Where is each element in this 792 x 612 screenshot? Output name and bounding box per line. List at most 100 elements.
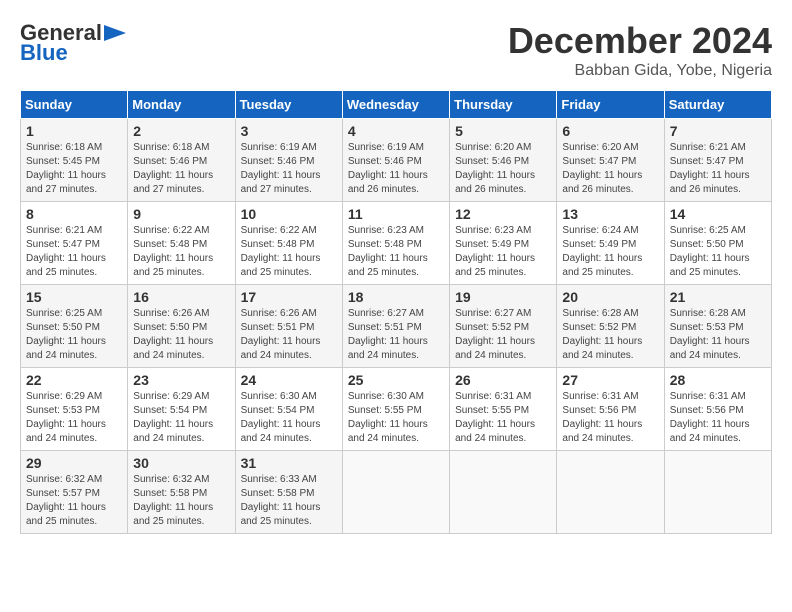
logo-blue-text: Blue [20,40,68,66]
day-info: Sunrise: 6:31 AMSunset: 5:55 PMDaylight:… [455,390,551,446]
day-info: Sunrise: 6:23 AMSunset: 5:49 PMDaylight:… [455,224,551,280]
calendar-title-area: December 2024 Babban Gida, Yobe, Nigeria [508,20,772,80]
day-number: 9 [133,206,229,222]
table-row [557,451,664,534]
calendar-week-row: 8 Sunrise: 6:21 AMSunset: 5:47 PMDaylight… [21,202,772,285]
day-number: 3 [241,123,337,139]
day-info: Sunrise: 6:26 AMSunset: 5:50 PMDaylight:… [133,307,229,363]
table-row [450,451,557,534]
calendar-location: Babban Gida, Yobe, Nigeria [508,62,772,80]
table-row: 4Sunrise: 6:19 AMSunset: 5:46 PMDaylight… [342,119,449,202]
day-number: 26 [455,372,551,388]
day-info: Sunrise: 6:30 AMSunset: 5:55 PMDaylight:… [348,390,444,446]
day-info: Sunrise: 6:18 AMSunset: 5:46 PMDaylight:… [133,141,229,197]
header-thursday: Thursday [450,91,557,119]
day-number: 7 [670,123,766,139]
table-row: 16 Sunrise: 6:26 AMSunset: 5:50 PMDayligh… [128,285,235,368]
day-info: Sunrise: 6:32 AMSunset: 5:58 PMDaylight:… [133,473,229,529]
day-info: Sunrise: 6:29 AMSunset: 5:53 PMDaylight:… [26,390,122,446]
day-info: Sunrise: 6:23 AMSunset: 5:48 PMDaylight:… [348,224,444,280]
day-info: Sunrise: 6:28 AMSunset: 5:53 PMDaylight:… [670,307,766,363]
day-number: 14 [670,206,766,222]
table-row: 27Sunrise: 6:31 AMSunset: 5:56 PMDayligh… [557,368,664,451]
table-row: 2Sunrise: 6:18 AMSunset: 5:46 PMDaylight… [128,119,235,202]
table-row: 8 Sunrise: 6:21 AMSunset: 5:47 PMDaylight… [21,202,128,285]
day-number: 22 [26,372,122,388]
day-number: 30 [133,455,229,471]
day-info: Sunrise: 6:32 AMSunset: 5:57 PMDaylight:… [26,473,122,529]
calendar-week-row: 1Sunrise: 6:18 AMSunset: 5:45 PMDaylight… [21,119,772,202]
day-info: Sunrise: 6:27 AMSunset: 5:51 PMDaylight:… [348,307,444,363]
day-info: Sunrise: 6:20 AMSunset: 5:47 PMDaylight:… [562,141,658,197]
calendar-table: Sunday Monday Tuesday Wednesday Thursday… [20,90,772,534]
header-saturday: Saturday [664,91,771,119]
day-info: Sunrise: 6:20 AMSunset: 5:46 PMDaylight:… [455,141,551,197]
calendar-week-row: 29 Sunrise: 6:32 AMSunset: 5:57 PMDayligh… [21,451,772,534]
calendar-header-row: Sunday Monday Tuesday Wednesday Thursday… [21,91,772,119]
day-number: 16 [133,289,229,305]
day-number: 11 [348,206,444,222]
table-row: 14 Sunrise: 6:25 AMSunset: 5:50 PMDayligh… [664,202,771,285]
table-row: 30 Sunrise: 6:32 AMSunset: 5:58 PMDayligh… [128,451,235,534]
table-row: 25 Sunrise: 6:30 AMSunset: 5:55 PMDayligh… [342,368,449,451]
table-row: 31 Sunrise: 6:33 AMSunset: 5:58 PMDayligh… [235,451,342,534]
day-info: Sunrise: 6:29 AMSunset: 5:54 PMDaylight:… [133,390,229,446]
table-row: 6 Sunrise: 6:20 AMSunset: 5:47 PMDaylight… [557,119,664,202]
table-row: 17 Sunrise: 6:26 AMSunset: 5:51 PMDayligh… [235,285,342,368]
calendar-week-row: 15Sunrise: 6:25 AMSunset: 5:50 PMDayligh… [21,285,772,368]
day-info: Sunrise: 6:31 AMSunset: 5:56 PMDaylight:… [670,390,766,446]
calendar-month-title: December 2024 [508,20,772,62]
table-row: 13Sunrise: 6:24 AMSunset: 5:49 PMDayligh… [557,202,664,285]
day-info: Sunrise: 6:31 AMSunset: 5:56 PMDaylight:… [562,390,658,446]
table-row: 18Sunrise: 6:27 AMSunset: 5:51 PMDayligh… [342,285,449,368]
table-row: 29 Sunrise: 6:32 AMSunset: 5:57 PMDayligh… [21,451,128,534]
header-sunday: Sunday [21,91,128,119]
table-row: 21 Sunrise: 6:28 AMSunset: 5:53 PMDayligh… [664,285,771,368]
day-info: Sunrise: 6:22 AMSunset: 5:48 PMDaylight:… [133,224,229,280]
table-row: 20 Sunrise: 6:28 AMSunset: 5:52 PMDayligh… [557,285,664,368]
day-number: 29 [26,455,122,471]
logo-flag-icon [104,25,126,41]
day-number: 15 [26,289,122,305]
day-number: 6 [562,123,658,139]
day-info: Sunrise: 6:19 AMSunset: 5:46 PMDaylight:… [348,141,444,197]
table-row [664,451,771,534]
table-row: 5 Sunrise: 6:20 AMSunset: 5:46 PMDaylight… [450,119,557,202]
day-number: 21 [670,289,766,305]
table-row: 11 Sunrise: 6:23 AMSunset: 5:48 PMDayligh… [342,202,449,285]
day-number: 31 [241,455,337,471]
table-row [342,451,449,534]
header-tuesday: Tuesday [235,91,342,119]
day-number: 28 [670,372,766,388]
day-info: Sunrise: 6:28 AMSunset: 5:52 PMDaylight:… [562,307,658,363]
day-number: 25 [348,372,444,388]
day-info: Sunrise: 6:33 AMSunset: 5:58 PMDaylight:… [241,473,337,529]
header-friday: Friday [557,91,664,119]
day-info: Sunrise: 6:24 AMSunset: 5:49 PMDaylight:… [562,224,658,280]
day-info: Sunrise: 6:25 AMSunset: 5:50 PMDaylight:… [670,224,766,280]
logo: General Blue [20,20,128,66]
day-number: 8 [26,206,122,222]
day-number: 17 [241,289,337,305]
header-wednesday: Wednesday [342,91,449,119]
table-row: 28 Sunrise: 6:31 AMSunset: 5:56 PMDayligh… [664,368,771,451]
table-row: 22 Sunrise: 6:29 AMSunset: 5:53 PMDayligh… [21,368,128,451]
calendar-week-row: 22 Sunrise: 6:29 AMSunset: 5:53 PMDayligh… [21,368,772,451]
day-number: 12 [455,206,551,222]
table-row: 7Sunrise: 6:21 AMSunset: 5:47 PMDaylight… [664,119,771,202]
day-info: Sunrise: 6:19 AMSunset: 5:46 PMDaylight:… [241,141,337,197]
day-info: Sunrise: 6:21 AMSunset: 5:47 PMDaylight:… [26,224,122,280]
day-number: 10 [241,206,337,222]
table-row: 26 Sunrise: 6:31 AMSunset: 5:55 PMDayligh… [450,368,557,451]
table-row: 9 Sunrise: 6:22 AMSunset: 5:48 PMDaylight… [128,202,235,285]
day-number: 24 [241,372,337,388]
day-number: 20 [562,289,658,305]
day-number: 1 [26,123,122,139]
page-header: General Blue December 2024 Babban Gida, … [20,20,772,80]
day-number: 5 [455,123,551,139]
table-row: 24Sunrise: 6:30 AMSunset: 5:54 PMDayligh… [235,368,342,451]
day-info: Sunrise: 6:26 AMSunset: 5:51 PMDaylight:… [241,307,337,363]
table-row: 3 Sunrise: 6:19 AMSunset: 5:46 PMDaylight… [235,119,342,202]
day-info: Sunrise: 6:22 AMSunset: 5:48 PMDaylight:… [241,224,337,280]
table-row: 10 Sunrise: 6:22 AMSunset: 5:48 PMDayligh… [235,202,342,285]
